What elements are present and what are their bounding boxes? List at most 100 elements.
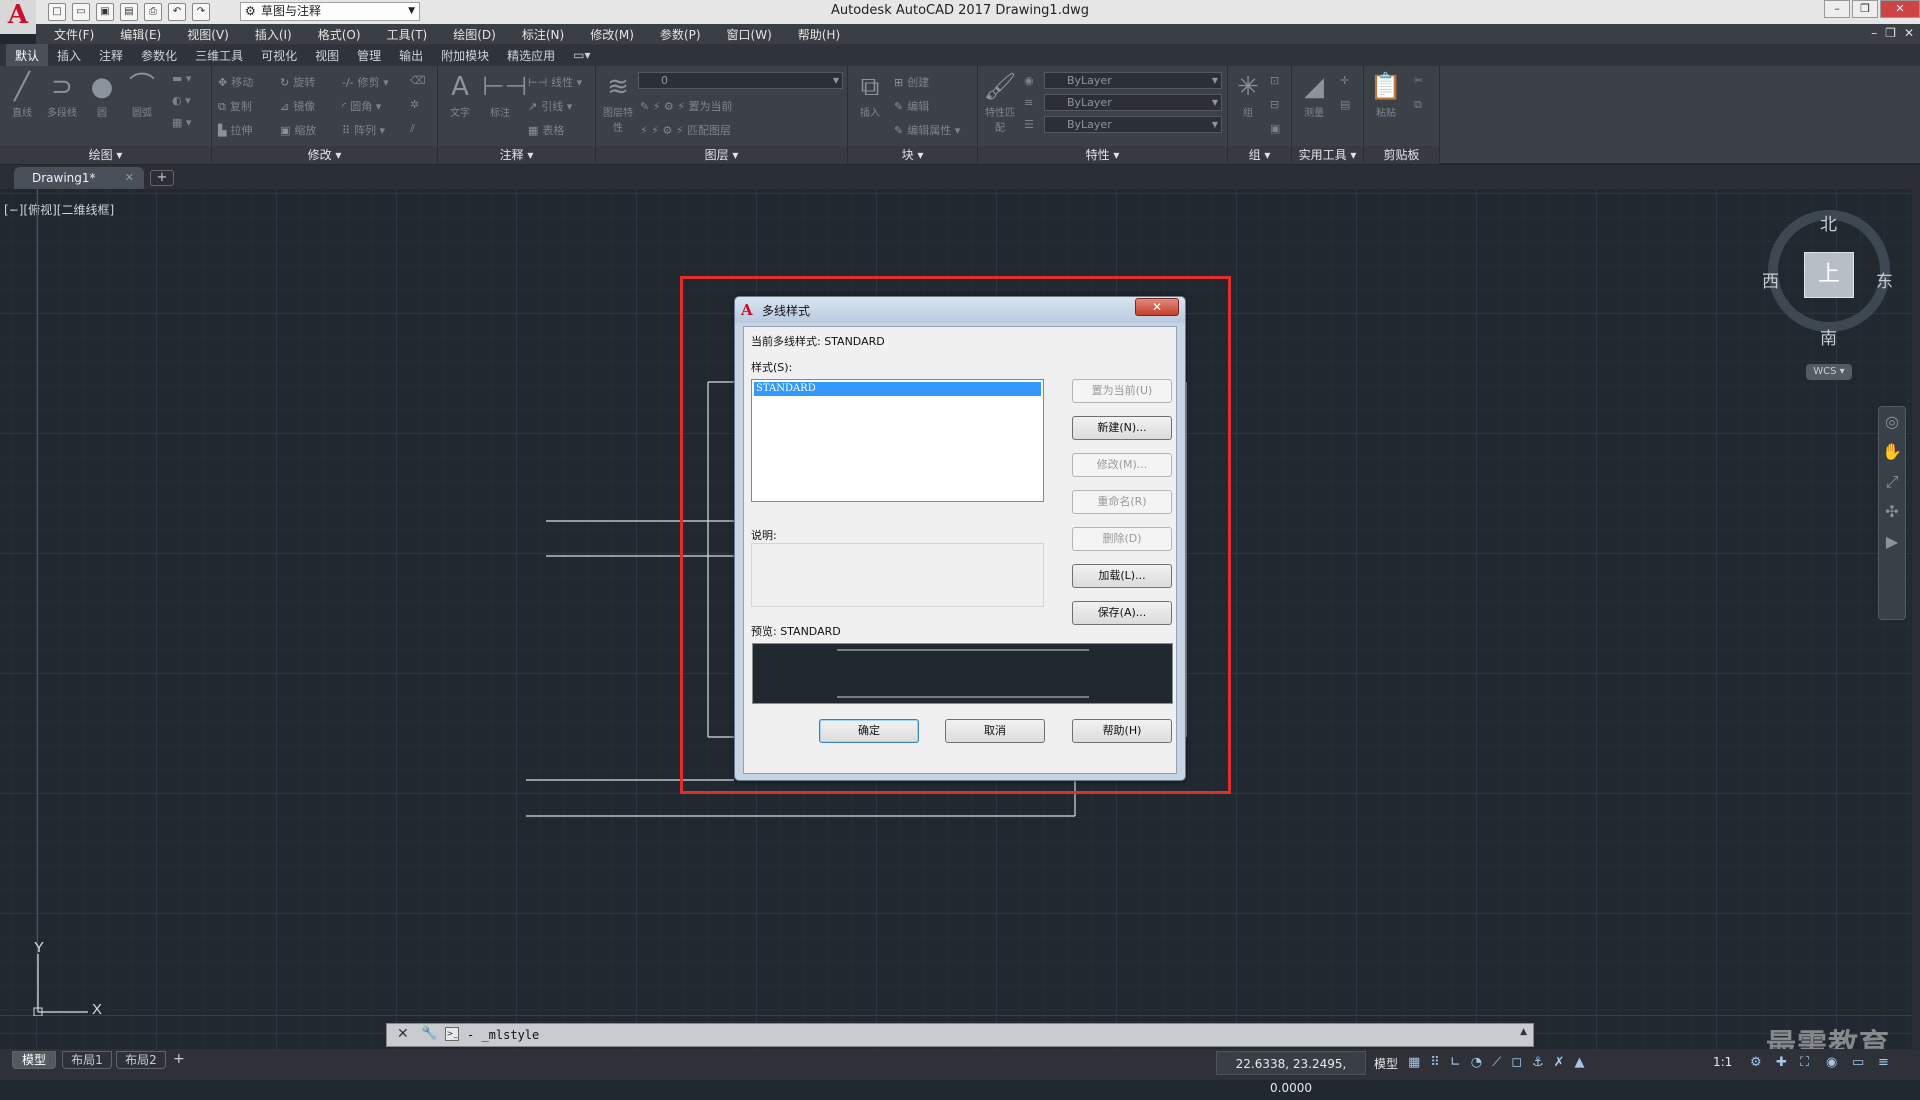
ungroup-icon[interactable]: ⊡ — [1270, 74, 1279, 87]
trim-tool[interactable]: -/- 修剪 ▾ — [342, 74, 389, 90]
help-button[interactable]: 帮助(H) — [1072, 719, 1172, 743]
tab-annotate[interactable]: 注释 — [90, 44, 132, 67]
layers-panel-title[interactable]: 图层 ▾ — [596, 146, 847, 164]
tab-view[interactable]: 视图 — [306, 44, 348, 67]
compass-north[interactable]: 北 — [1820, 210, 1837, 235]
zoom-icon[interactable]: ⤢ — [1879, 467, 1905, 497]
load-style-button[interactable]: 加载(L)... — [1072, 564, 1172, 588]
gradient-icon[interactable]: ▦ ▾ — [172, 116, 191, 129]
new-tab-button[interactable]: + — [150, 170, 174, 186]
edit-attributes-tool[interactable]: ✎ 编辑属性 ▾ — [894, 122, 960, 138]
tab-insert[interactable]: 插入 — [48, 44, 90, 67]
open-file-icon[interactable]: ▭ — [72, 3, 90, 21]
orbit-icon[interactable]: ✣ — [1879, 497, 1905, 527]
command-input[interactable]: - _mlstyle — [467, 1024, 539, 1046]
coordinates-readout[interactable]: 22.6338, 23.2495, 0.0000 — [1216, 1051, 1366, 1095]
isolate-objects-icon[interactable]: ◉ — [1826, 1055, 1837, 1070]
quickcalc-icon[interactable]: ▤ — [1340, 98, 1350, 111]
offset-icon[interactable]: ⫽ — [410, 122, 415, 136]
menu-view[interactable]: 视图(V) — [187, 26, 229, 43]
group-panel-title[interactable]: 组 ▾ — [1228, 146, 1291, 164]
layer-properties-tool[interactable]: ≋ 图层特性 — [600, 70, 636, 134]
menu-window[interactable]: 窗口(W) — [727, 26, 772, 43]
tab-addins[interactable]: 附加模块 — [432, 44, 498, 67]
table-tool[interactable]: ▦ 表格 — [528, 122, 564, 138]
menu-parametric[interactable]: 参数(P) — [660, 26, 701, 43]
save-style-button[interactable]: 保存(A)... — [1072, 601, 1172, 625]
menu-modify[interactable]: 修改(M) — [590, 26, 634, 43]
menu-dimension[interactable]: 标注(N) — [522, 26, 564, 43]
pan-hand-icon[interactable]: ✋ — [1879, 437, 1905, 467]
close-button[interactable]: ✕ — [1880, 0, 1920, 18]
dialog-title-bar[interactable]: A 多线样式 ✕ — [735, 297, 1185, 323]
lineweight-icon[interactable]: ≡ — [1024, 96, 1033, 109]
redo-icon[interactable]: ↷ — [192, 3, 210, 21]
steering-wheel-icon[interactable]: ◎ — [1879, 407, 1905, 437]
annotation-scale-icon[interactable]: ▲ — [1575, 1055, 1585, 1070]
dialog-close-button[interactable]: ✕ — [1135, 298, 1179, 316]
match-properties-tool[interactable]: 🖌 特性匹配 — [982, 70, 1018, 134]
color-dropdown[interactable]: ByLayer ▼ — [1044, 72, 1222, 89]
customization-menu-icon[interactable]: ≡ — [1878, 1055, 1889, 1070]
ok-button[interactable]: 确定 — [819, 719, 919, 743]
rotate-tool[interactable]: ↻ 旋转 — [280, 74, 315, 90]
menu-tools[interactable]: 工具(T) — [387, 26, 428, 43]
edit-block-tool[interactable]: ✎ 编辑 — [894, 98, 929, 114]
tab-layout1[interactable]: 布局1 — [62, 1051, 112, 1069]
paste-tool[interactable]: 📋 粘贴 — [1368, 70, 1404, 119]
doc-close-icon[interactable]: ✕ — [1904, 26, 1914, 40]
annotation-panel-title[interactable]: 注释 ▾ — [438, 146, 595, 164]
plus-icon[interactable]: ✚ — [1776, 1055, 1787, 1070]
point-icon[interactable]: ✛ — [1340, 74, 1349, 87]
viewcube-top-face[interactable]: 上 — [1804, 252, 1854, 298]
linetype-dropdown[interactable]: ByLayer ▼ — [1044, 94, 1222, 111]
model-space-toggle[interactable]: 模型 — [1374, 1055, 1398, 1072]
color-wheel-icon[interactable]: ◉ — [1024, 74, 1034, 87]
fillet-tool[interactable]: ◜ 圆角 ▾ — [342, 98, 381, 114]
app-menu-button[interactable]: A — [0, 0, 36, 34]
wrench-icon[interactable]: 🔧 — [421, 1026, 437, 1041]
osnap-icon[interactable]: ◻ — [1511, 1055, 1522, 1070]
menu-file[interactable]: 文件(F) — [54, 26, 94, 43]
array-tool[interactable]: ⠿ 阵列 ▾ — [342, 122, 385, 138]
explode-icon[interactable]: ✲ — [410, 98, 419, 111]
create-block-tool[interactable]: ⊞ 创建 — [894, 74, 929, 90]
copy-tool[interactable]: ⧉ 复制 — [218, 98, 252, 114]
stretch-tool[interactable]: ▙ 拉伸 — [218, 122, 252, 138]
linear-tool[interactable]: ⊢⊣ 线性 ▾ — [528, 74, 582, 90]
autoscale-icon[interactable]: ✗ — [1554, 1055, 1565, 1070]
vertical-scrollbar[interactable] — [1912, 189, 1920, 1049]
close-icon[interactable]: ✕ — [397, 1026, 409, 1042]
properties-panel-title[interactable]: 特性 ▾ — [978, 146, 1227, 164]
gear-icon[interactable]: ⚙ — [1750, 1055, 1762, 1070]
compass-east[interactable]: 东 — [1876, 267, 1893, 292]
ribbon-options-icon[interactable]: ▭▾ — [564, 45, 599, 65]
compass-west[interactable]: 西 — [1762, 267, 1779, 292]
tab-model[interactable]: 模型 — [12, 1051, 56, 1069]
save-as-icon[interactable]: ▤ — [120, 3, 138, 21]
tab-default[interactable]: 默认 — [6, 43, 49, 67]
layer-dropdown[interactable]: 0 ▼ — [638, 72, 843, 89]
minimize-button[interactable]: – — [1824, 0, 1850, 18]
modify-panel-title[interactable]: 修改 ▾ — [212, 146, 437, 164]
compass-south[interactable]: 南 — [1820, 324, 1837, 349]
new-file-icon[interactable]: □ — [48, 3, 66, 21]
snap-icon[interactable]: ⠿ — [1430, 1055, 1440, 1070]
lineweight-dropdown[interactable]: ByLayer ▼ — [1044, 116, 1222, 133]
drawing-tab[interactable]: Drawing1* ✕ — [14, 167, 144, 189]
menu-format[interactable]: 格式(O) — [318, 26, 361, 43]
cancel-button[interactable]: 取消 — [945, 719, 1045, 743]
isodraft-icon[interactable]: ⟋ — [1492, 1055, 1501, 1070]
set-current-button[interactable]: 置为当前(U) — [1072, 379, 1172, 403]
mirror-tool[interactable]: ⊿ 镜像 — [280, 98, 315, 114]
text-tool[interactable]: A 文字 — [442, 70, 478, 119]
tab-3d-tools[interactable]: 三维工具 — [186, 44, 252, 67]
scale-tool[interactable]: ▣ 缩放 — [280, 122, 316, 138]
tab-featured-apps[interactable]: 精选应用 — [498, 44, 564, 67]
grid-icon[interactable]: ▦ — [1408, 1055, 1420, 1070]
cut-icon[interactable]: ✂ — [1414, 74, 1423, 87]
linetype-icon[interactable]: ☰ — [1024, 118, 1034, 131]
circle-tool[interactable]: ● 圆 — [84, 70, 120, 119]
chevron-up-icon[interactable]: ▲ — [1520, 1027, 1527, 1037]
block-panel-title[interactable]: 块 ▾ — [848, 146, 977, 164]
